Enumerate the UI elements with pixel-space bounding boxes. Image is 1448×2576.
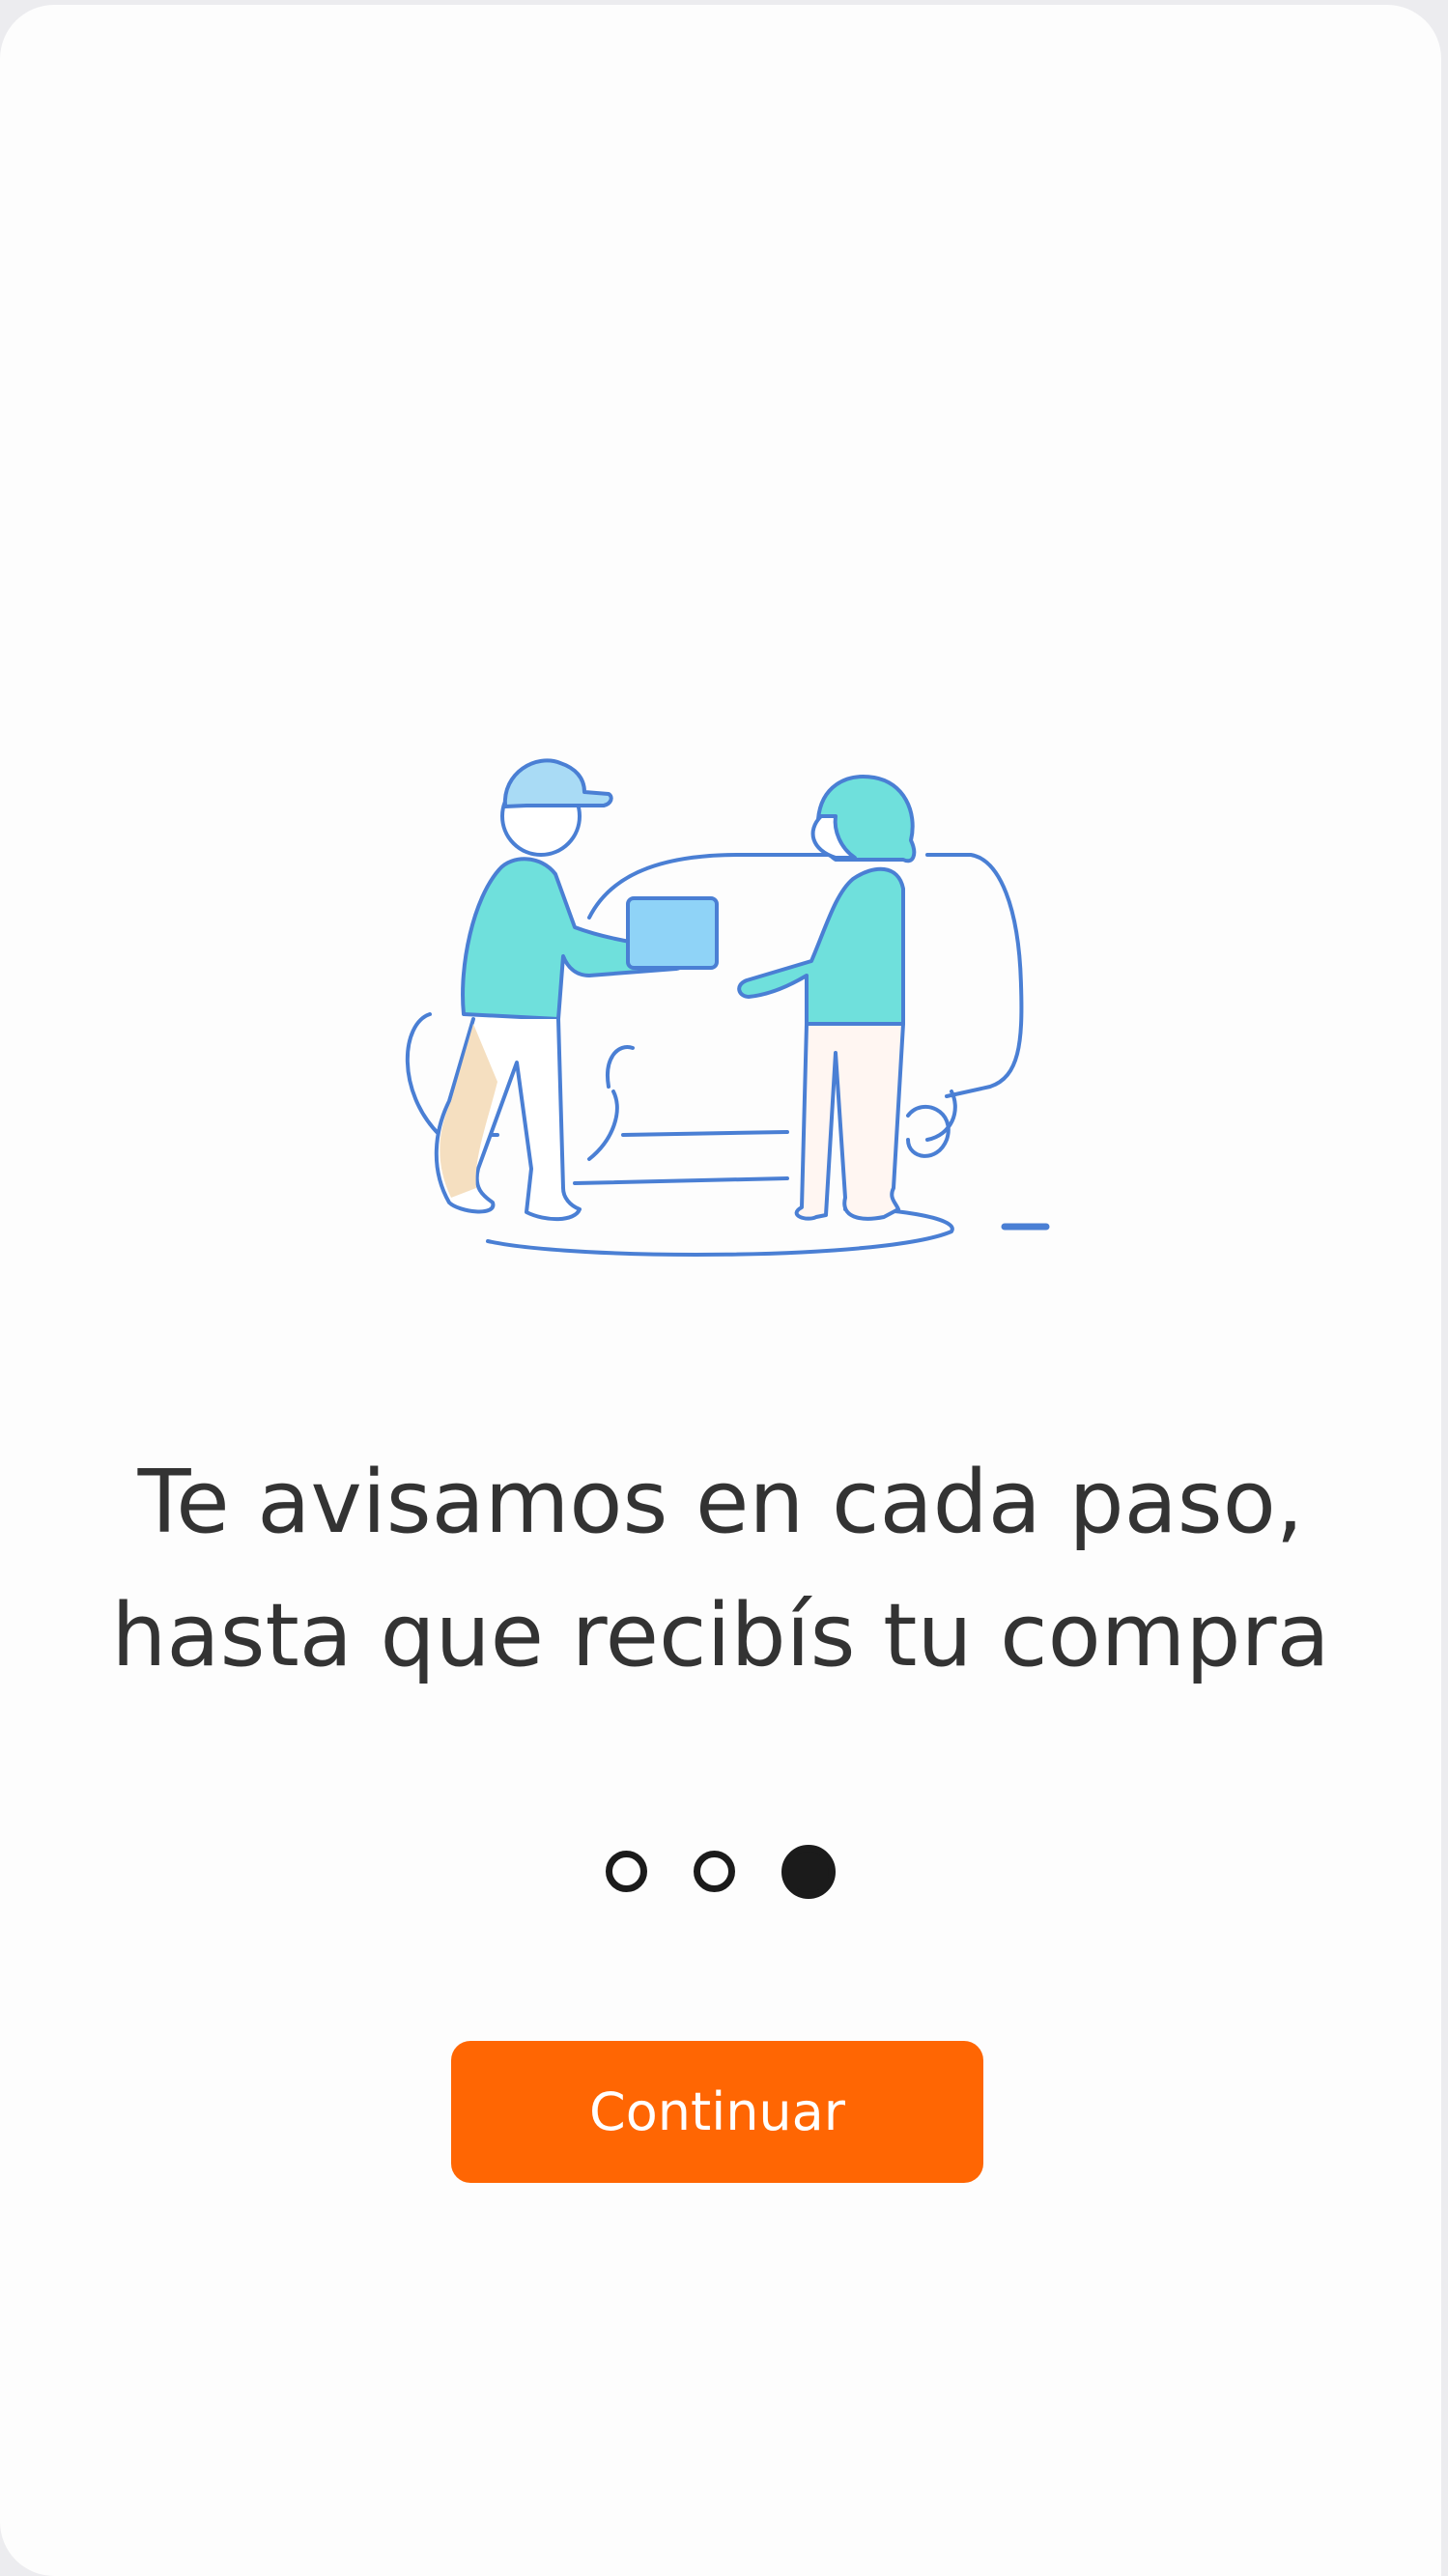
page-dot-2[interactable] [694, 1851, 735, 1892]
page-dot-3-active[interactable] [781, 1845, 836, 1899]
page-dot-1[interactable] [606, 1851, 647, 1892]
page-indicator [0, 1845, 1441, 1903]
headline-line-1: Te avisamos en cada paso, [137, 1452, 1304, 1553]
delivery-handoff-illustration [405, 758, 1050, 1257]
onboarding-screen: Te avisamos en cada paso, hasta que reci… [0, 5, 1441, 2576]
headline-line-2: hasta que recibís tu compra [111, 1585, 1330, 1686]
continue-button[interactable]: Continuar [451, 2041, 983, 2183]
onboarding-headline: Te avisamos en cada paso, hasta que reci… [0, 1436, 1441, 1703]
